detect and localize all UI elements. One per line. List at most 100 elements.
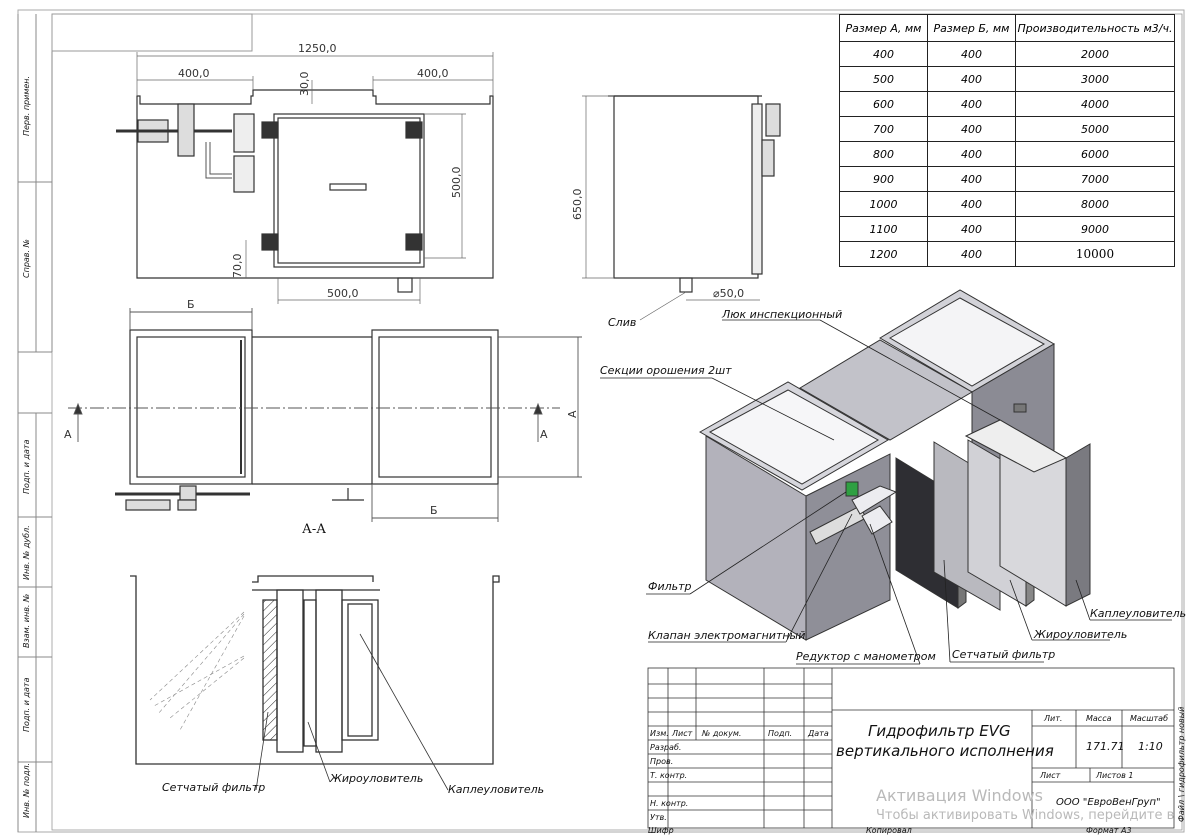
cell-b: 400: [927, 41, 1016, 67]
stamp-sprav: Справ. №: [22, 239, 31, 278]
cell-a: 500: [839, 66, 928, 92]
tb-masshtab: Масштаб: [1130, 714, 1169, 723]
spec-header-row: Размер А, мм Размер Б, мм Производительн…: [839, 14, 1175, 42]
cell-b: 400: [927, 166, 1016, 192]
plan-view: [115, 329, 499, 511]
cell-capacity: 5000: [1015, 116, 1175, 142]
cell-a: 600: [839, 91, 928, 117]
isometric-view: [698, 289, 1091, 641]
section-view: [130, 575, 500, 765]
dim-70: 70,0: [231, 253, 244, 279]
cell-capacity: 8000: [1015, 191, 1175, 217]
cell-b: 400: [927, 191, 1016, 217]
cell-a: 1200: [839, 241, 928, 267]
stamp-podp-data-2: Подп. и дата: [22, 677, 31, 733]
cell-capacity: 2000: [1015, 41, 1175, 67]
tb-file-note: Файл \ гидрофильтр новый: [1177, 706, 1186, 822]
section-marker-right: А: [540, 428, 548, 441]
cell-capacity: 9000: [1015, 216, 1175, 242]
tb-t-kontr: Т. контр.: [650, 771, 688, 780]
cell-b: 400: [927, 241, 1016, 267]
tb-title-line2: вертикального исполнения: [836, 742, 1054, 760]
cell-b: 400: [927, 116, 1016, 142]
dim-left-width: 400,0: [178, 67, 210, 80]
tb-n-kontr: Н. контр.: [650, 799, 689, 808]
tb-izm: Изм.: [650, 729, 669, 738]
callout-kaple-3d: Каплеуловитель: [1090, 607, 1187, 620]
spec-header-capacity: Производительность м3/ч.: [1015, 14, 1175, 42]
tb-n-dokum: № докум.: [702, 729, 742, 738]
tb-lit: Лит.: [1044, 714, 1063, 723]
dim-b-bottom: Б: [430, 504, 438, 517]
side-view: [608, 95, 781, 293]
callout-kaple-sec: Каплеуловитель: [448, 783, 545, 796]
tb-massa-value: 171.71: [1086, 740, 1125, 753]
tb-title-line1: Гидрофильтр EVG: [868, 722, 1011, 740]
cell-capacity: 7000: [1015, 166, 1175, 192]
cell-a: 900: [839, 166, 928, 192]
cell-capacity: 4000: [1015, 91, 1175, 117]
table-row: 1000 400 8000: [839, 191, 1175, 217]
tb-data: Дата: [808, 729, 829, 738]
tb-company: ООО "ЕвроВенГруп": [1056, 797, 1161, 808]
callout-zhir-sec: Жироуловитель: [330, 772, 424, 785]
table-row: 1100 400 9000: [839, 216, 1175, 242]
spec-header-a: Размер А, мм: [839, 14, 928, 42]
dim-overall: 1250,0: [298, 42, 337, 55]
spec-table: Размер А, мм Размер Б, мм Производительн…: [839, 14, 1175, 267]
section-marker-left: А: [64, 428, 72, 441]
cell-a: 400: [839, 41, 928, 67]
tb-podp: Подп.: [768, 729, 793, 738]
cell-b: 400: [927, 91, 1016, 117]
stamp-podp-data-1: Подп. и дата: [22, 439, 31, 495]
dim-500-horizontal: 500,0: [327, 287, 359, 300]
tb-format: Формат А3: [1086, 826, 1132, 835]
tb-massa: Масса: [1086, 714, 1112, 723]
dim-650: 650,0: [571, 188, 584, 221]
cell-capacity: 3000: [1015, 66, 1175, 92]
section-title: А-А: [302, 522, 327, 537]
stamp-inv-dubl: Инв. № дубл.: [22, 525, 31, 580]
windows-activation-subtitle: Чтобы активировать Windows, перейдите в: [876, 808, 1175, 823]
callout-filtr: Фильтр: [648, 580, 692, 593]
table-row: 900 400 7000: [839, 166, 1175, 192]
table-row: 600 400 4000: [839, 91, 1175, 117]
tb-kopiroval: Копировал: [866, 826, 912, 835]
dim-right-width: 400,0: [417, 67, 449, 80]
cell-a: 800: [839, 141, 928, 167]
callout-setch-sec: Сетчатый фильтр: [162, 781, 266, 794]
table-row: 700 400 5000: [839, 116, 1175, 142]
stamp-vzam-inv: Взам. инв. №: [22, 593, 31, 648]
tb-list2: Лист: [1040, 771, 1061, 780]
cell-a: 700: [839, 116, 928, 142]
callout-luk: Люк инспекционный: [722, 308, 843, 321]
callout-reduktor: Редуктор с манометром: [796, 650, 936, 663]
dim-diameter-50: ⌀50,0: [713, 287, 745, 300]
tb-razrab: Разраб.: [650, 743, 682, 752]
front-view: [116, 89, 494, 293]
tb-utv: Утв.: [650, 813, 667, 822]
cell-capacity: 10000: [1015, 241, 1175, 267]
cell-b: 400: [927, 66, 1016, 92]
tb-shifr: Шифр: [648, 826, 674, 835]
stamp-inv-podl: Инв. № подл.: [22, 762, 31, 818]
callout-setch-3d: Сетчатый фильтр: [952, 648, 1056, 661]
tb-masshtab-value: 1:10: [1138, 740, 1163, 753]
tb-list: Лист: [672, 729, 693, 738]
windows-activation-title: Активация Windows: [876, 786, 1043, 805]
dim-500-vertical: 500,0: [450, 166, 463, 199]
callout-klapan: Клапан электромагнитный: [648, 629, 806, 642]
cell-b: 400: [927, 216, 1016, 242]
stamp-perv-primen: Перв. примен.: [22, 75, 31, 136]
tb-prov: Пров.: [650, 757, 674, 766]
dim-b-top: Б: [187, 298, 195, 311]
dim-30: 30,0: [298, 71, 311, 97]
table-row: 800 400 6000: [839, 141, 1175, 167]
cell-a: 1100: [839, 216, 928, 242]
cell-capacity: 6000: [1015, 141, 1175, 167]
table-row: 400 400 2000: [839, 41, 1175, 67]
dim-a-right: А: [566, 410, 579, 418]
callout-sliv: Слив: [608, 316, 637, 329]
callout-zhir-3d: Жироуловитель: [1034, 628, 1128, 641]
tb-listov: Листов 1: [1096, 771, 1134, 780]
